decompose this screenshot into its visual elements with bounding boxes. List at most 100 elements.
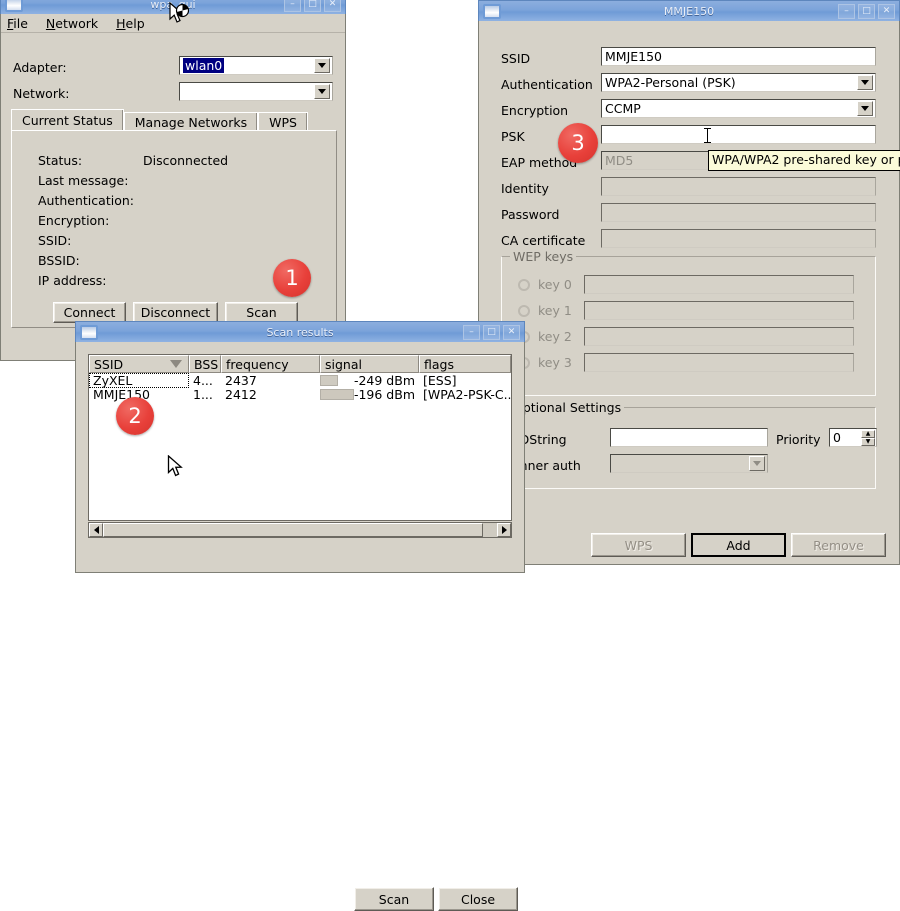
chevron-down-icon[interactable] bbox=[314, 58, 330, 73]
tab-manage-networks[interactable]: Manage Networks bbox=[123, 112, 259, 131]
chevron-down-icon[interactable] bbox=[857, 75, 873, 90]
stepper-down-icon[interactable]: ▼ bbox=[861, 438, 875, 446]
signal-value: -249 dBm bbox=[353, 372, 415, 388]
table-row[interactable]: MMJE150 1... 2412 -196 dBm [WPA2-PSK-C..… bbox=[89, 387, 511, 402]
column-header-signal[interactable]: signal bbox=[320, 355, 419, 373]
maximize-icon[interactable]: □ bbox=[483, 324, 500, 340]
scan-results-close-button[interactable]: Close bbox=[438, 887, 518, 911]
close-icon[interactable]: ✕ bbox=[503, 324, 520, 340]
status-key: BSSID: bbox=[38, 253, 80, 268]
status-key: Encryption: bbox=[38, 213, 110, 228]
ssid-label: SSID bbox=[501, 51, 531, 66]
psk-input[interactable] bbox=[601, 125, 876, 144]
scan-results-scan-button[interactable]: Scan bbox=[354, 887, 434, 911]
idstring-input[interactable] bbox=[610, 428, 768, 447]
scroll-left-icon[interactable] bbox=[89, 523, 103, 537]
button-label: Disconnect bbox=[140, 305, 211, 320]
window-icon bbox=[5, 0, 23, 12]
mouse-cursor-busy bbox=[169, 2, 190, 23]
network-config-body: SSID MMJE150 Authentication WPA2-Persona… bbox=[478, 21, 900, 565]
minimize-icon[interactable]: – bbox=[838, 3, 855, 19]
column-header-flags[interactable]: flags bbox=[419, 355, 511, 373]
status-grid: Status: Disconnected Last message: Authen… bbox=[38, 151, 228, 291]
column-header-bss[interactable]: BSS bbox=[189, 355, 221, 373]
wep-key-1-radio[interactable] bbox=[518, 304, 530, 317]
annotation-badge-2: 2 bbox=[116, 397, 154, 435]
column-header-ssid[interactable]: SSID bbox=[89, 355, 189, 373]
cell-bss: 4... bbox=[193, 372, 213, 388]
column-header-frequency[interactable]: frequency bbox=[221, 355, 320, 373]
identity-input bbox=[601, 177, 876, 196]
status-key: IP address: bbox=[38, 273, 107, 288]
column-label: flags bbox=[424, 356, 454, 372]
text-cursor bbox=[704, 128, 711, 143]
column-label: BSS bbox=[194, 356, 219, 372]
menu-help[interactable]: Help bbox=[116, 16, 145, 31]
identity-label: Identity bbox=[501, 181, 549, 196]
scan-results-body: SSID BSS frequency signal flags ZyXEL 4.… bbox=[75, 342, 525, 911]
maximize-icon[interactable]: □ bbox=[858, 3, 875, 19]
close-icon[interactable]: ✕ bbox=[324, 0, 341, 12]
adapter-combo[interactable]: wlan0 bbox=[179, 56, 333, 75]
tab-label: Manage Networks bbox=[134, 114, 248, 130]
wpa-gui-window: wpa_gui – □ ✕ File Network Help Adapter:… bbox=[0, 0, 346, 361]
ssid-input[interactable]: MMJE150 bbox=[601, 47, 876, 66]
window-icon bbox=[483, 3, 501, 19]
authentication-combo[interactable]: WPA2-Personal (PSK) bbox=[601, 73, 876, 92]
scan-results-window: Scan results – □ ✕ SSID BSS frequency si… bbox=[75, 321, 525, 911]
wep-key-1-row: key 1 bbox=[518, 301, 854, 320]
annotation-badge-1: 1 bbox=[273, 259, 311, 297]
wep-key-0-radio[interactable] bbox=[518, 278, 530, 291]
signal-strength-bar bbox=[320, 374, 338, 386]
chevron-down-icon[interactable] bbox=[857, 101, 873, 116]
horizontal-scrollbar[interactable] bbox=[88, 522, 512, 538]
network-label: Network: bbox=[13, 86, 70, 101]
close-icon[interactable]: ✕ bbox=[878, 3, 895, 19]
encryption-combo[interactable]: CCMP bbox=[601, 99, 876, 118]
cell-signal: -249 dBm bbox=[320, 373, 419, 388]
minimize-icon[interactable]: – bbox=[463, 324, 480, 340]
column-label: signal bbox=[325, 356, 362, 372]
priority-stepper[interactable]: ▲ ▼ bbox=[861, 430, 875, 446]
tab-wps[interactable]: WPS bbox=[258, 112, 308, 131]
priority-spinbox[interactable]: 0 ▲ ▼ bbox=[829, 428, 877, 447]
status-value: Disconnected bbox=[143, 153, 229, 168]
network-combo[interactable] bbox=[179, 82, 333, 101]
optional-settings-group: Optional Settings IDString Priority 0 ▲ ▼… bbox=[501, 400, 877, 489]
maximize-icon[interactable]: □ bbox=[304, 0, 321, 12]
chevron-down-icon[interactable] bbox=[314, 84, 330, 99]
table-header: SSID BSS frequency signal flags bbox=[89, 355, 511, 373]
tab-current-status[interactable]: Current Status bbox=[11, 109, 124, 131]
wep-key-0-label: key 0 bbox=[538, 277, 572, 292]
stepper-up-icon[interactable]: ▲ bbox=[861, 430, 875, 438]
scroll-right-icon[interactable] bbox=[497, 523, 511, 537]
menu-network[interactable]: Network bbox=[46, 16, 98, 31]
scan-results-titlebar[interactable]: Scan results – □ ✕ bbox=[75, 321, 525, 342]
column-label: SSID bbox=[94, 356, 124, 372]
remove-button[interactable]: Remove bbox=[791, 533, 886, 557]
wps-button[interactable]: WPS bbox=[591, 533, 686, 557]
connect-button[interactable]: Connect bbox=[53, 302, 126, 323]
status-row: Authentication: bbox=[38, 191, 228, 211]
minimize-icon[interactable]: – bbox=[284, 0, 301, 12]
wep-key-3-input bbox=[584, 353, 854, 372]
adapter-label: Adapter: bbox=[13, 60, 67, 75]
disconnect-button[interactable]: Disconnect bbox=[133, 302, 218, 323]
status-row: Last message: bbox=[38, 171, 228, 191]
network-config-titlebar[interactable]: MMJE150 – □ ✕ bbox=[478, 0, 900, 21]
menu-file[interactable]: File bbox=[7, 16, 28, 31]
status-row: BSSID: bbox=[38, 251, 228, 271]
button-label: Connect bbox=[63, 305, 116, 320]
add-button[interactable]: Add bbox=[691, 533, 786, 557]
wep-key-3-row: key 3 bbox=[518, 353, 854, 372]
scan-button[interactable]: Scan bbox=[225, 302, 298, 323]
status-key: SSID: bbox=[38, 233, 72, 248]
sort-descending-icon bbox=[170, 360, 182, 368]
table-row[interactable]: ZyXEL 4... 2437 -249 dBm [ESS] bbox=[89, 372, 511, 388]
wpa-gui-body: File Network Help Adapter: wlan0 Network… bbox=[0, 14, 346, 361]
cell-signal: -196 dBm bbox=[320, 387, 419, 402]
ca-certificate-label: CA certificate bbox=[501, 233, 586, 248]
scrollbar-thumb[interactable] bbox=[103, 523, 483, 537]
button-label: Add bbox=[726, 537, 751, 553]
current-status-pane: Status: Disconnected Last message: Authen… bbox=[11, 130, 337, 328]
